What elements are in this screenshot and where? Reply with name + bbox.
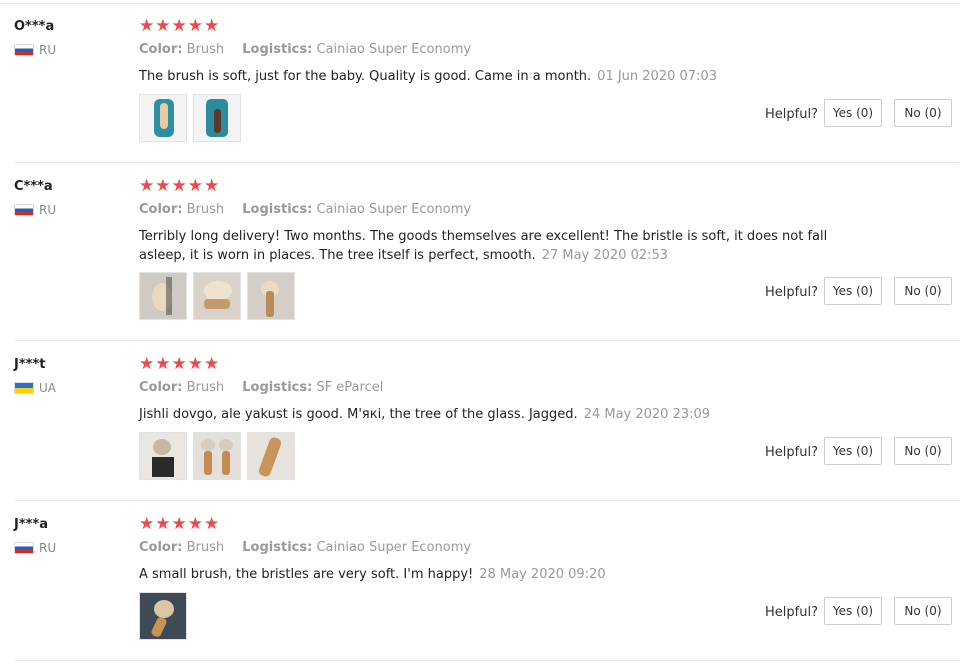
brush-photo-icon: [140, 273, 186, 319]
review-meta: Color: Brush Logistics: Cainiao Super Ec…: [139, 540, 471, 555]
logistics-label: Logistics:: [242, 202, 313, 217]
helpful-no-button[interactable]: No (0): [894, 277, 952, 305]
brush-photo-icon: [140, 95, 186, 141]
review-photo[interactable]: [193, 272, 241, 320]
review-photo[interactable]: [193, 94, 241, 142]
country-code: RU: [39, 541, 57, 555]
review-divider: [14, 500, 959, 501]
logistics-value: Cainiao Super Economy: [316, 42, 472, 57]
brush-photo-icon: [194, 433, 240, 479]
review-photos: [139, 432, 295, 480]
review-text: A small brush, the bristles are very sof…: [139, 565, 854, 584]
reviewer-country: RU: [14, 43, 56, 57]
reviewer-name: J***a: [14, 517, 49, 532]
color-value: Brush: [186, 202, 225, 217]
helpful-label: Helpful?: [765, 605, 818, 620]
review-body: Jishli dovgo, ale yakust is good. M'які,…: [139, 407, 578, 422]
review-date: 28 May 2020 09:20: [479, 567, 606, 582]
reviewer-country: UA: [14, 381, 56, 395]
review-date: 24 May 2020 23:09: [583, 407, 711, 422]
logistics-value: SF eParcel: [316, 380, 384, 395]
color-value: Brush: [186, 42, 225, 57]
review-text: The brush is soft, just for the baby. Qu…: [139, 67, 854, 86]
review-photos: [139, 94, 241, 142]
helpful-label: Helpful?: [765, 285, 818, 300]
review-divider: [14, 340, 959, 341]
reviewer-name: O***a: [14, 19, 55, 34]
logistics-label: Logistics:: [242, 380, 313, 395]
logistics-value: Cainiao Super Economy: [316, 202, 472, 217]
helpful-yes-button[interactable]: Yes (0): [824, 597, 882, 625]
color-label: Color:: [139, 380, 183, 395]
review-divider: [14, 162, 959, 163]
country-code: RU: [39, 203, 57, 217]
review-photos: [139, 592, 187, 640]
helpful-label: Helpful?: [765, 107, 818, 122]
star-rating: ★★★★★: [139, 176, 221, 196]
star-rating: ★★★★★: [139, 354, 221, 374]
russia-flag-icon: [14, 204, 34, 216]
logistics-label: Logistics:: [242, 42, 313, 57]
star-rating: ★★★★★: [139, 514, 221, 534]
review-divider: [14, 660, 959, 661]
star-rating: ★★★★★: [139, 16, 221, 36]
review-photo[interactable]: [193, 432, 241, 480]
review-date: 01 Jun 2020 07:03: [597, 69, 717, 84]
review-photo[interactable]: [139, 272, 187, 320]
country-code: RU: [39, 43, 57, 57]
reviewer-name: C***a: [14, 179, 53, 194]
review-photo[interactable]: [139, 432, 187, 480]
helpful-yes-button[interactable]: Yes (0): [824, 99, 882, 127]
helpful-no-button[interactable]: No (0): [894, 99, 952, 127]
review-photo[interactable]: [247, 432, 295, 480]
color-value: Brush: [186, 380, 225, 395]
review-meta: Color: Brush Logistics: Cainiao Super Ec…: [139, 202, 471, 217]
brush-photo-icon: [248, 273, 294, 319]
helpful-yes-button[interactable]: Yes (0): [824, 277, 882, 305]
review-text: Jishli dovgo, ale yakust is good. M'які,…: [139, 405, 854, 424]
color-label: Color:: [139, 42, 183, 57]
review-date: 27 May 2020 02:53: [541, 248, 669, 263]
reviewer-name: J***t: [14, 357, 46, 372]
review-body: A small brush, the bristles are very sof…: [139, 567, 474, 582]
color-label: Color:: [139, 540, 183, 555]
brush-photo-icon: [248, 433, 294, 479]
logistics-value: Cainiao Super Economy: [316, 540, 472, 555]
helpful-no-button[interactable]: No (0): [894, 437, 952, 465]
review-photo[interactable]: [247, 272, 295, 320]
review-meta: Color: Brush Logistics: Cainiao Super Ec…: [139, 42, 471, 57]
helpful-yes-button[interactable]: Yes (0): [824, 437, 882, 465]
color-value: Brush: [186, 540, 225, 555]
ukraine-flag-icon: [14, 382, 34, 394]
helpful-no-button[interactable]: No (0): [894, 597, 952, 625]
russia-flag-icon: [14, 542, 34, 554]
review-body: The brush is soft, just for the baby. Qu…: [139, 69, 592, 84]
logistics-label: Logistics:: [242, 540, 313, 555]
brush-photo-icon: [140, 433, 186, 479]
review-body: Terribly long delivery! Two months. The …: [139, 229, 828, 263]
review-photos: [139, 272, 295, 320]
russia-flag-icon: [14, 44, 34, 56]
brush-photo-icon: [140, 593, 186, 639]
review-meta: Color: Brush Logistics: SF eParcel: [139, 380, 383, 395]
reviewer-country: RU: [14, 541, 56, 555]
review-photo[interactable]: [139, 94, 187, 142]
reviewer-country: RU: [14, 203, 56, 217]
helpful-label: Helpful?: [765, 445, 818, 460]
brush-photo-icon: [194, 95, 240, 141]
review-photo[interactable]: [139, 592, 187, 640]
country-code: UA: [39, 381, 56, 395]
top-divider: [0, 3, 960, 4]
color-label: Color:: [139, 202, 183, 217]
review-text: Terribly long delivery! Two months. The …: [139, 227, 854, 265]
brush-photo-icon: [194, 273, 240, 319]
